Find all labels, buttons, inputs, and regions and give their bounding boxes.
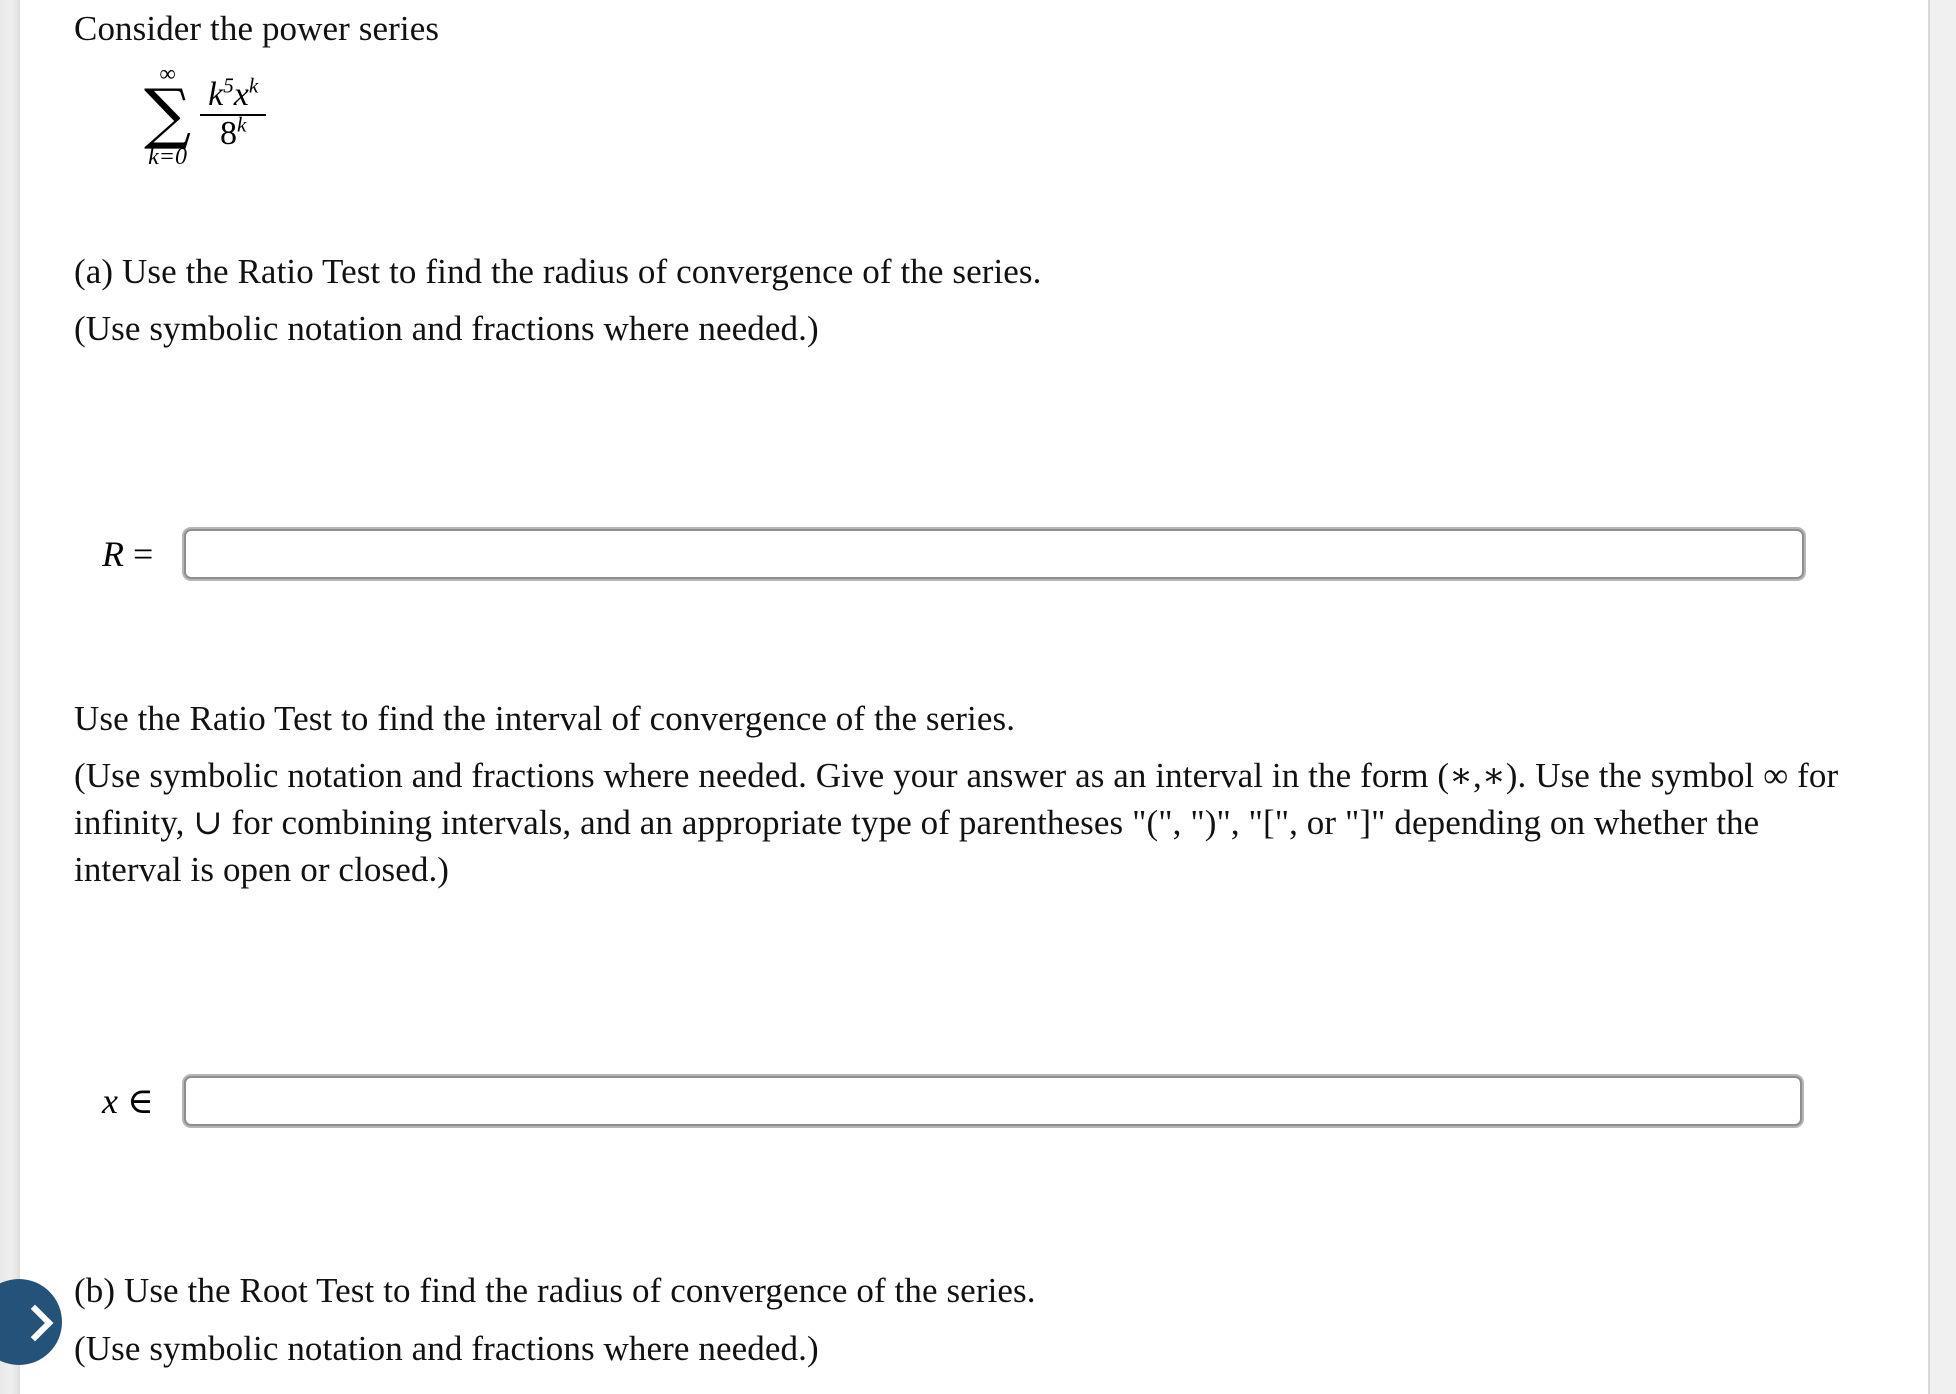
element-of-sign: ∈ <box>117 1081 154 1121</box>
part-a-prompt: (a) Use the Ratio Test to find the radiu… <box>74 252 1042 291</box>
part-b-note: (Use symbolic notation and fractions whe… <box>74 1329 819 1368</box>
denominator-exponent: k <box>236 113 247 138</box>
radius-answer-row: R = <box>102 529 1804 579</box>
right-page-gutter <box>1930 0 1956 1394</box>
next-question-button[interactable] <box>0 1279 62 1365</box>
part-a-note: (Use symbolic notation and fractions whe… <box>74 309 819 348</box>
radius-answer-label: R = <box>102 533 184 575</box>
denominator-8: 8 <box>219 115 237 153</box>
interval-of-convergence-input[interactable] <box>184 1076 1802 1126</box>
numerator-x: x <box>233 76 249 114</box>
chevron-right-icon <box>16 1304 54 1342</box>
interval-answer-row: x ∈ <box>102 1076 1802 1126</box>
summation-operator: ∞ ∑ k=0 <box>144 62 191 169</box>
fraction-numerator: k5xk <box>200 74 266 114</box>
radius-variable: R <box>102 534 124 574</box>
summand-fraction: k5xk 8k <box>200 74 267 153</box>
equals-sign: = <box>124 534 154 574</box>
interval-prompt: Use the Ratio Test to find the interval … <box>74 699 1016 738</box>
numerator-x-exponent: k <box>248 74 259 99</box>
numerator-k: k <box>208 76 224 114</box>
interval-variable: x <box>102 1081 118 1121</box>
left-page-gutter <box>0 0 18 1394</box>
sigma-icon: ∑ <box>144 75 192 152</box>
intro-text: Consider the power series <box>74 9 440 48</box>
screenshot-viewport: Consider the power series ∞ ∑ k=0 k5xk 8… <box>0 0 1956 1394</box>
power-series-formula: ∞ ∑ k=0 k5xk 8k <box>144 62 267 169</box>
fraction-denominator: 8k <box>212 113 254 153</box>
part-b-prompt: (b) Use the Root Test to find the radius… <box>74 1271 1036 1310</box>
question-page: Consider the power series ∞ ∑ k=0 k5xk 8… <box>0 0 1928 1394</box>
summation-lower-limit: k=0 <box>148 143 187 170</box>
interval-answer-label: x ∈ <box>102 1080 184 1122</box>
numerator-k-exponent: 5 <box>223 74 234 99</box>
radius-of-convergence-input[interactable] <box>184 529 1804 579</box>
interval-note: (Use symbolic notation and fractions whe… <box>74 756 1839 889</box>
